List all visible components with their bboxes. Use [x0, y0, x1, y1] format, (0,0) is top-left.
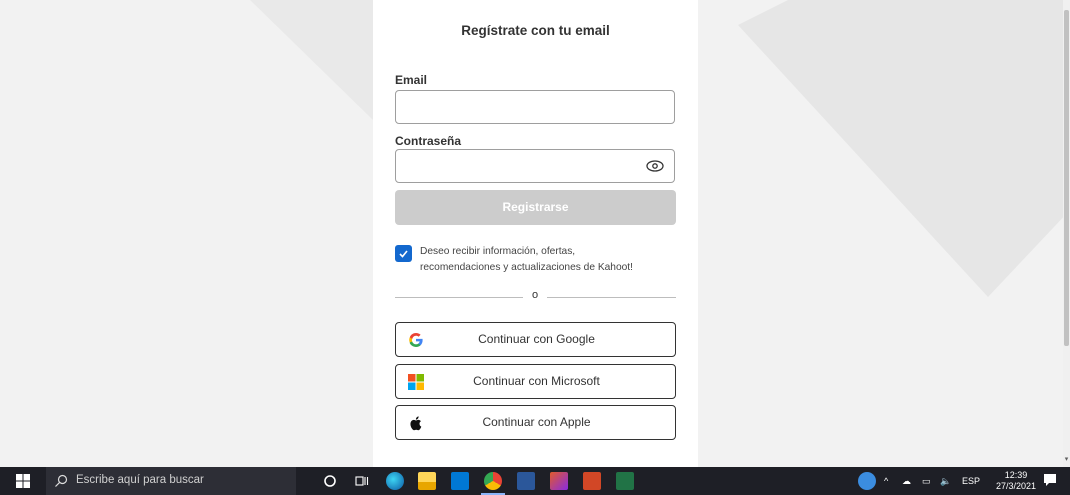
register-button[interactable]: Registrarse	[395, 190, 676, 225]
signup-panel: Regístrate con tu email Email Contraseña…	[373, 0, 698, 467]
mail-icon[interactable]	[451, 472, 469, 490]
battery-icon[interactable]: ▭	[922, 467, 931, 495]
taskbar-search-box[interactable]: Escribe aquí para buscar	[46, 467, 296, 495]
password-label: Contraseña	[395, 134, 462, 148]
background-shape-right	[738, 0, 1070, 297]
search-icon	[55, 474, 68, 487]
microsoft-signin-button[interactable]: Continuar con Microsoft	[395, 364, 676, 399]
onedrive-icon[interactable]: ☁	[902, 467, 911, 495]
language-indicator[interactable]: ESP	[962, 467, 980, 495]
background-shape-left	[250, 0, 373, 120]
edge-icon[interactable]	[386, 472, 404, 490]
apple-signin-button[interactable]: Continuar con Apple	[395, 405, 676, 440]
task-view-icon[interactable]	[355, 474, 369, 488]
email-field[interactable]	[395, 90, 675, 124]
word-icon[interactable]	[517, 472, 535, 490]
consent-text: Deseo recibir información, ofertas, reco…	[420, 244, 680, 276]
clock-date: 27/3/2021	[995, 481, 1037, 491]
file-explorer-icon[interactable]	[418, 472, 436, 490]
google-signin-label: Continuar con Google	[478, 332, 595, 346]
scrollbar-thumb[interactable]	[1064, 10, 1069, 346]
powerpoint-icon[interactable]	[583, 472, 601, 490]
divider-left	[395, 297, 523, 298]
windows-taskbar: Escribe aquí para buscar ^ ☁ ▭ 🔈 ESP 12:…	[0, 467, 1070, 495]
email-label: Email	[395, 73, 428, 87]
windows-start-icon[interactable]	[16, 474, 30, 488]
microsoft-signin-label: Continuar con Microsoft	[473, 374, 600, 388]
volume-icon[interactable]: 🔈	[940, 467, 951, 495]
or-separator: o	[531, 289, 539, 301]
divider-right	[547, 297, 676, 298]
scroll-down-arrow-icon[interactable]: ▾	[1063, 455, 1070, 463]
consent-text-line2: recomendaciones y actualizaciones de Kah…	[420, 262, 633, 273]
app-icon[interactable]	[550, 472, 568, 490]
consent-checkbox[interactable]	[395, 245, 412, 262]
excel-icon[interactable]	[616, 472, 634, 490]
notifications-icon[interactable]	[1044, 474, 1056, 487]
tray-chevron-icon[interactable]: ^	[884, 467, 888, 495]
google-signin-button[interactable]: Continuar con Google	[395, 322, 676, 357]
clock-time: 12:39	[1004, 470, 1028, 480]
show-password-icon[interactable]	[646, 159, 664, 173]
checkmark-icon	[399, 250, 408, 258]
taskbar-search-placeholder: Escribe aquí para buscar	[76, 474, 204, 486]
help-icon[interactable]	[858, 472, 876, 490]
password-field[interactable]	[395, 149, 675, 183]
consent-text-line1: Deseo recibir información, ofertas,	[420, 246, 576, 257]
taskbar-clock[interactable]: 12:39 27/3/2021	[990, 470, 1042, 492]
chrome-icon[interactable]	[484, 472, 502, 490]
apple-signin-label: Continuar con Apple	[482, 415, 591, 429]
form-title: Regístrate con tu email	[461, 23, 610, 38]
cortana-icon[interactable]	[323, 474, 337, 488]
